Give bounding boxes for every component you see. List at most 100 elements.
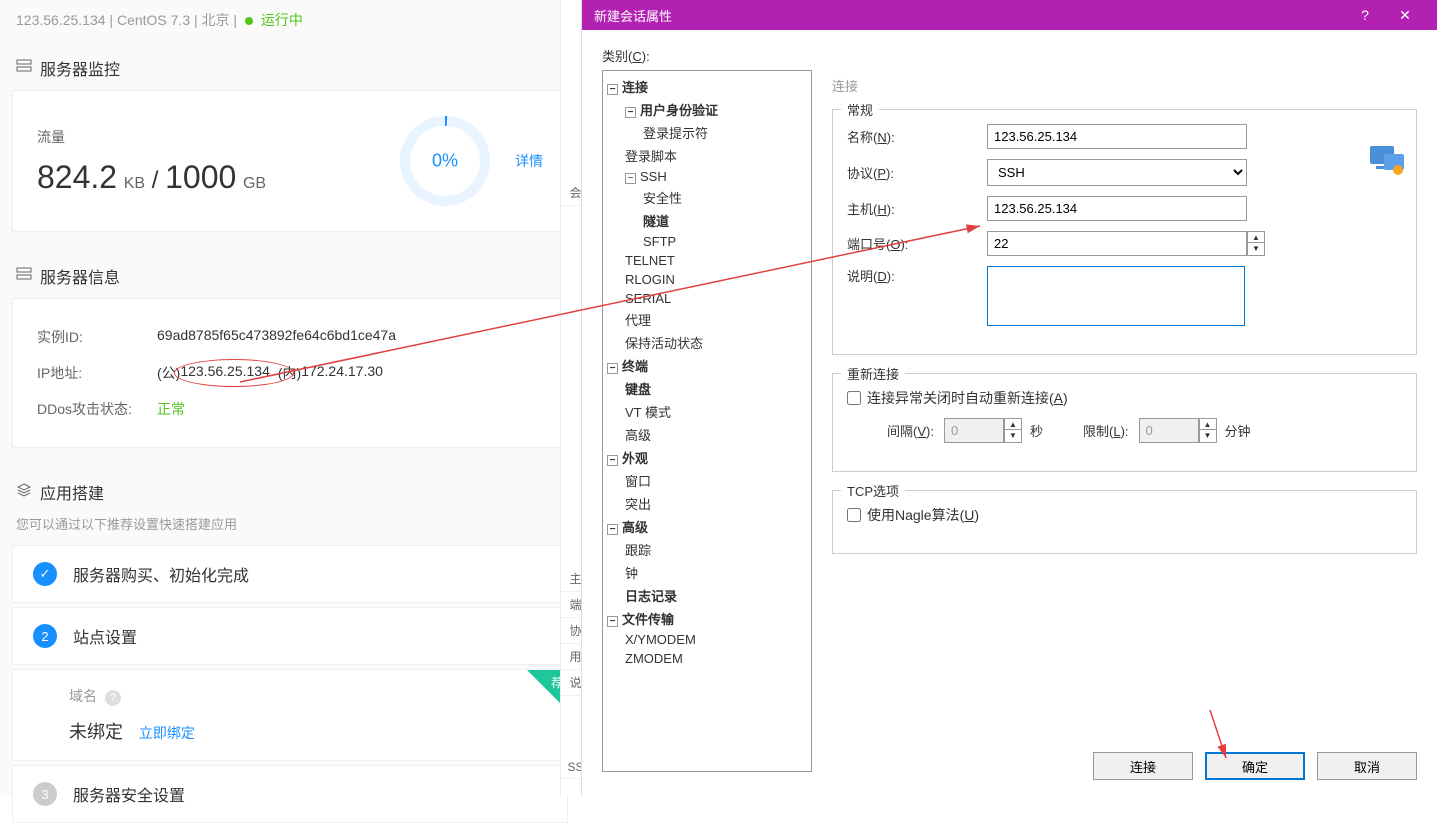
port-label: 端口号(O): bbox=[847, 234, 987, 253]
tree-window[interactable]: 窗口 bbox=[607, 469, 807, 492]
tree-trace[interactable]: 跟踪 bbox=[607, 538, 807, 561]
server-icon bbox=[16, 58, 32, 79]
tree-telnet[interactable]: TELNET bbox=[607, 251, 807, 270]
instance-id-value: 69ad8785f65c473892fe64c6bd1ce47a bbox=[157, 327, 396, 347]
bind-link[interactable]: 立即绑定 bbox=[139, 725, 195, 741]
tree-keepalive[interactable]: 保持活动状态 bbox=[607, 331, 807, 354]
category-label: 类别(C): bbox=[602, 46, 1417, 65]
port-spinner[interactable]: ▲▼ bbox=[1247, 231, 1265, 256]
tree-terminal[interactable]: −终端 bbox=[607, 354, 807, 377]
tree-filetransfer[interactable]: −文件传输 bbox=[607, 607, 807, 630]
server-icon bbox=[16, 266, 32, 287]
collapse-icon[interactable]: − bbox=[625, 173, 636, 184]
layers-icon bbox=[16, 482, 32, 503]
dialog-title: 新建会话属性 bbox=[594, 6, 1345, 25]
server-header: 123.56.25.134 | CentOS 7.3 | 北京 | 运行中 bbox=[0, 0, 580, 40]
collapse-icon[interactable]: − bbox=[625, 107, 636, 118]
monitor-section-title: 服务器监控 bbox=[0, 40, 580, 90]
desc-label: 说明(D): bbox=[847, 266, 987, 285]
protocol-label: 协议(P): bbox=[847, 163, 987, 182]
ip-label: IP地址: bbox=[37, 363, 157, 383]
name-input[interactable] bbox=[987, 124, 1247, 149]
tree-keyboard[interactable]: 键盘 bbox=[607, 377, 807, 400]
tree-vtmode[interactable]: VT 模式 bbox=[607, 400, 807, 423]
step-2[interactable]: 2 站点设置 bbox=[12, 607, 568, 665]
tree-advanced[interactable]: 高级 bbox=[607, 423, 807, 446]
host-label: 主机(H): bbox=[847, 199, 987, 218]
collapse-icon[interactable]: − bbox=[607, 524, 618, 535]
step-number: 3 bbox=[33, 782, 57, 806]
port-input[interactable] bbox=[987, 231, 1247, 256]
cancel-button[interactable]: 取消 bbox=[1317, 752, 1417, 780]
tree-security[interactable]: 安全性 bbox=[607, 186, 807, 209]
tree-zmodem[interactable]: ZMODEM bbox=[607, 649, 807, 668]
step-number: 2 bbox=[33, 624, 57, 648]
traffic-label: 流量 bbox=[37, 127, 395, 147]
tree-login-script[interactable]: 登录脚本 bbox=[607, 144, 807, 167]
header-ip: 123.56.25.134 bbox=[16, 12, 106, 28]
close-button[interactable]: ✕ bbox=[1385, 7, 1425, 24]
limit-label: 限制(L): bbox=[1083, 421, 1129, 440]
tree-serial[interactable]: SERIAL bbox=[607, 289, 807, 308]
tree-tunnel[interactable]: 隧道 bbox=[607, 209, 807, 232]
tree-login-prompt[interactable]: 登录提示符 bbox=[607, 121, 807, 144]
limit-spinner: ▲▼ bbox=[1199, 418, 1217, 443]
tree-auth[interactable]: −用户身份验证 bbox=[607, 98, 807, 121]
ip-public-value: 123.56.25.134 bbox=[180, 363, 270, 383]
help-icon[interactable]: ? bbox=[105, 690, 121, 706]
nagle-checkbox[interactable] bbox=[847, 508, 861, 522]
collapse-icon[interactable]: − bbox=[607, 363, 618, 374]
tree-bell[interactable]: 钟 bbox=[607, 561, 807, 584]
ddos-label: DDos攻击状态: bbox=[37, 399, 157, 419]
domain-unbound: 未绑定 bbox=[69, 722, 123, 742]
tcp-fieldset: TCP选项 使用Nagle算法(U) bbox=[832, 490, 1417, 554]
protocol-select[interactable]: SSH bbox=[987, 159, 1247, 186]
form-panel: 连接 常规 名称(N): 协议(P): SSH 主机(H): bbox=[832, 70, 1417, 572]
tree-advanced2[interactable]: −高级 bbox=[607, 515, 807, 538]
reconnect-fieldset: 重新连接 连接异常关闭时自动重新连接(A) 间隔(V): ▲▼ 秒 限制(L): bbox=[832, 373, 1417, 472]
interval-spinner: ▲▼ bbox=[1004, 418, 1022, 443]
tree-rlogin[interactable]: RLOGIN bbox=[607, 270, 807, 289]
ip-private-value: 172.24.17.30 bbox=[301, 363, 383, 383]
info-card: 实例ID: 69ad8785f65c473892fe64c6bd1ce47a I… bbox=[12, 298, 568, 448]
instance-id-label: 实例ID: bbox=[37, 327, 157, 347]
tree-sftp[interactable]: SFTP bbox=[607, 232, 807, 251]
connect-button[interactable]: 连接 bbox=[1093, 752, 1193, 780]
desc-textarea[interactable] bbox=[987, 266, 1245, 326]
build-section-title: 应用搭建 bbox=[0, 464, 580, 514]
host-input[interactable] bbox=[987, 196, 1247, 221]
help-button[interactable]: ? bbox=[1345, 7, 1385, 23]
tree-log[interactable]: 日志记录 bbox=[607, 584, 807, 607]
category-tree[interactable]: −连接 −用户身份验证 登录提示符 登录脚本 −SSH 安全性 隧道 SFTP … bbox=[602, 70, 812, 772]
header-status: 运行中 bbox=[261, 12, 303, 28]
limit-input bbox=[1139, 418, 1199, 443]
tree-xymodem[interactable]: X/YMODEM bbox=[607, 630, 807, 649]
ddos-status: 正常 bbox=[157, 399, 185, 419]
tree-proxy[interactable]: 代理 bbox=[607, 308, 807, 331]
tree-highlight[interactable]: 突出 bbox=[607, 492, 807, 515]
panel-title: 连接 bbox=[832, 70, 1417, 109]
step-1[interactable]: 服务器购买、初始化完成 bbox=[12, 545, 568, 603]
spin-up-icon[interactable]: ▲ bbox=[1248, 232, 1264, 243]
spin-down-icon[interactable]: ▼ bbox=[1248, 243, 1264, 254]
domain-box: 荐 域名 ? 未绑定 立即绑定 bbox=[12, 669, 568, 761]
reconnect-checkbox[interactable] bbox=[847, 391, 861, 405]
interval-label: 间隔(V): bbox=[887, 421, 934, 440]
collapse-icon[interactable]: − bbox=[607, 455, 618, 466]
detail-link[interactable]: 详情 bbox=[515, 151, 543, 171]
traffic-value: 824.2 KB / 1000 GB bbox=[37, 159, 395, 196]
progress-ring: 0% bbox=[395, 111, 495, 211]
collapse-icon[interactable]: − bbox=[607, 616, 618, 627]
status-dot-icon bbox=[245, 17, 253, 25]
tree-ssh[interactable]: −SSH bbox=[607, 167, 807, 186]
step-3[interactable]: 3 服务器安全设置 bbox=[12, 765, 568, 823]
collapse-icon[interactable]: − bbox=[607, 84, 618, 95]
dialog-titlebar[interactable]: 新建会话属性 ? ✕ bbox=[582, 0, 1437, 30]
tree-connection[interactable]: −连接 bbox=[607, 75, 807, 98]
computer-icon bbox=[1366, 140, 1406, 180]
header-region: 北京 bbox=[202, 12, 230, 28]
tree-appearance[interactable]: −外观 bbox=[607, 446, 807, 469]
traffic-card: 流量 824.2 KB / 1000 GB 0% 详情 bbox=[12, 90, 568, 232]
interval-input bbox=[944, 418, 1004, 443]
ok-button[interactable]: 确定 bbox=[1205, 752, 1305, 780]
